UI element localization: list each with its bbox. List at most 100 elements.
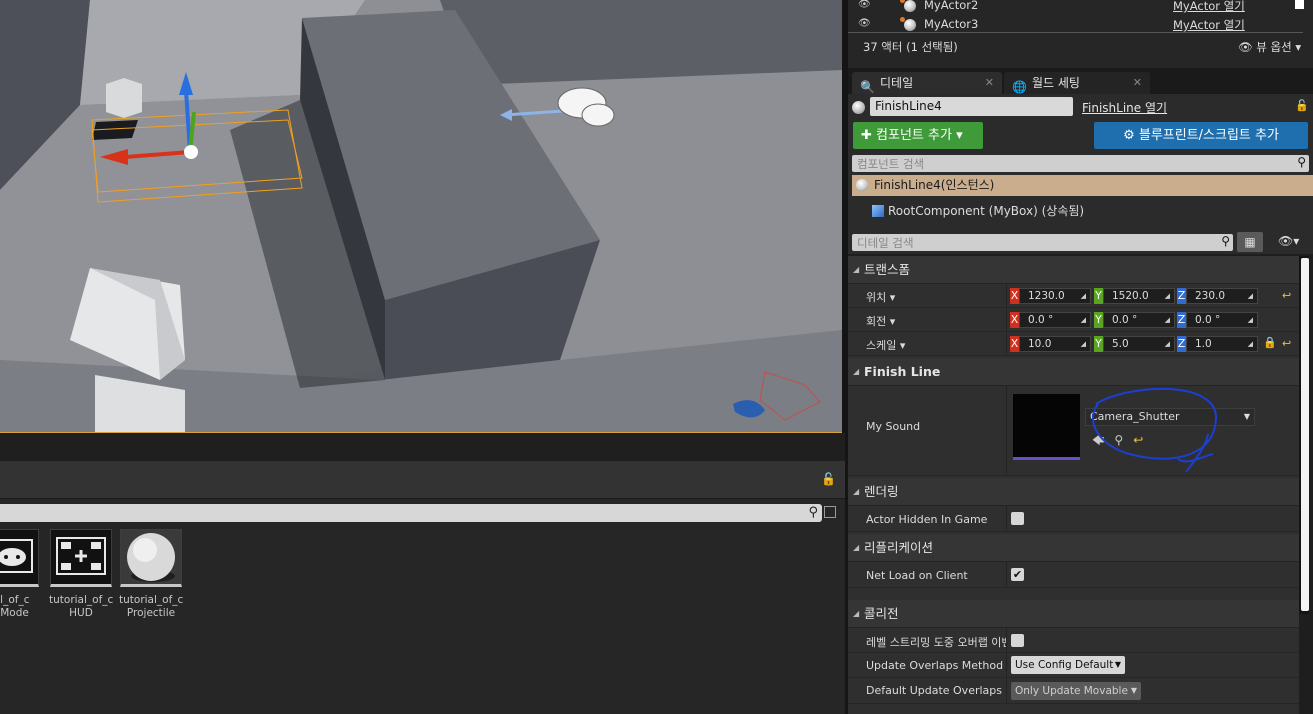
asset-tile-gamemode[interactable]: rial_of_c neMode	[0, 529, 40, 620]
rotation-y-field[interactable]: Y 0.0 °	[1094, 312, 1175, 328]
streaming-overlap-row: 레벨 스트리밍 도중 오버랩 이벤	[848, 628, 1299, 653]
location-label-text: 위치	[866, 291, 887, 304]
annotation-circle	[1092, 387, 1218, 473]
outliner-row[interactable]: 👁 MyActor2 MyActor 열기	[848, 0, 1304, 15]
asset-tile-projectile[interactable]: tutorial_of_c Projectile	[119, 529, 183, 620]
tab-details[interactable]: 🔍 디테일 ✕	[852, 72, 1002, 94]
update-overlaps-label: Update Overlaps Method Du	[866, 659, 1007, 672]
my-sound-label: My Sound	[866, 420, 921, 433]
scale-y-field[interactable]: Y 5.0	[1094, 336, 1175, 352]
actor-icon	[852, 101, 865, 114]
chevron-down-icon: ▼	[1243, 412, 1250, 421]
view-options-label: 뷰 옵션	[1256, 40, 1292, 54]
close-icon[interactable]: ✕	[1133, 72, 1142, 94]
add-component-label: 컴포넌트 추가	[876, 128, 952, 143]
location-x-field[interactable]: X 1230.0	[1010, 288, 1091, 304]
details-header: FinishLine4 FinishLine 열기 🔓 ✚ 컴포넌트 추가 ▾ …	[848, 94, 1313, 254]
asset-name-line2: neMode	[0, 607, 29, 619]
outliner-checkbox[interactable]	[1295, 0, 1304, 9]
column-divider	[1006, 506, 1007, 531]
view-options-button[interactable]: 👁 뷰 옵션 ▾	[1238, 39, 1301, 55]
category-finish-line[interactable]: Finish Line	[848, 358, 1299, 386]
lock-scale-icon[interactable]: 🔒	[1263, 336, 1277, 349]
location-z-field[interactable]: Z 230.0	[1177, 288, 1258, 304]
scale-z-field[interactable]: Z 1.0	[1177, 336, 1258, 352]
update-overlaps-value: Use Config Default	[1015, 659, 1114, 671]
component-instance-row[interactable]: FinishLine4(인스턴스)	[852, 175, 1313, 196]
add-blueprint-button[interactable]: ⚙ 블루프린트/스크립트 추가	[1094, 122, 1308, 149]
rotation-x-field[interactable]: X 0.0 °	[1010, 312, 1091, 328]
category-label: Finish Line	[864, 364, 941, 379]
content-browser: 🔓 ⚲ rial_of_c neMode tutorial_of_c HUD t…	[0, 433, 845, 714]
outliner-actor-name: MyActor3	[924, 17, 979, 31]
gamepad-icon	[0, 529, 39, 587]
default-update-row: Default Update Overlaps Me Only Update M…	[848, 678, 1299, 704]
update-overlaps-dropdown[interactable]: Use Config Default ▼	[1011, 656, 1125, 674]
lock-icon[interactable]: 🔓	[821, 472, 836, 486]
scale-label[interactable]: 스케일 ▾	[866, 337, 1007, 353]
viewport-scene[interactable]	[0, 0, 842, 433]
chevron-down-icon: ▼	[1130, 686, 1137, 695]
actor-hidden-label: Actor Hidden In Game	[866, 513, 988, 526]
actor-icon	[856, 179, 868, 191]
scale-x-value[interactable]: 10.0	[1019, 336, 1091, 352]
tab-label: 디테일	[880, 76, 914, 90]
eye-icon[interactable]: 👁	[858, 18, 872, 29]
rotation-z-field[interactable]: Z 0.0 °	[1177, 312, 1258, 328]
category-rendering[interactable]: 렌더링	[848, 478, 1299, 506]
streaming-overlap-checkbox[interactable]	[1011, 634, 1024, 647]
location-y-value[interactable]: 1520.0	[1103, 288, 1175, 304]
scale-z-value[interactable]: 1.0	[1186, 336, 1258, 352]
rotation-label[interactable]: 회전 ▾	[866, 313, 1007, 329]
search-icon: ⚲	[1297, 155, 1306, 169]
eye-icon[interactable]: 👁	[858, 0, 872, 10]
details-scrollbar[interactable]	[1299, 256, 1309, 614]
tab-world-settings[interactable]: 🌐 월드 세팅 ✕	[1004, 72, 1150, 94]
reset-icon[interactable]: ↩	[1282, 289, 1291, 302]
my-sound-row: My Sound Camera_Shutter ▼ 🡄⚲↩	[848, 386, 1299, 476]
rotation-y-value[interactable]: 0.0 °	[1103, 312, 1175, 328]
category-transform[interactable]: 트랜스폼	[848, 256, 1299, 284]
content-browser-strip	[0, 433, 845, 461]
category-replication[interactable]: 리플리케이션	[848, 534, 1299, 562]
rotation-label-text: 회전	[866, 315, 887, 328]
property-matrix-icon[interactable]: ▦	[1237, 232, 1263, 252]
location-y-field[interactable]: Y 1520.0	[1094, 288, 1175, 304]
outliner-actor-open-link[interactable]: MyActor 열기	[1173, 17, 1245, 33]
save-search-icon[interactable]	[824, 506, 836, 518]
net-load-checkbox[interactable]: ✔	[1011, 568, 1024, 581]
add-component-button[interactable]: ✚ 컴포넌트 추가 ▾	[853, 122, 983, 149]
reset-icon[interactable]: ↩	[1282, 337, 1291, 350]
location-row: 위치 ▾ X1230.0 Y1520.0 Z230.0 ↩	[848, 284, 1299, 308]
lock-icon[interactable]: 🔓	[1295, 99, 1309, 112]
scale-y-value[interactable]: 5.0	[1103, 336, 1175, 352]
asset-tile-hud[interactable]: tutorial_of_c HUD	[49, 529, 113, 620]
category-collision[interactable]: 콜리전	[848, 600, 1299, 628]
column-divider	[1006, 284, 1007, 307]
rotation-z-value[interactable]: 0.0 °	[1186, 312, 1258, 328]
category-label: 트랜스폼	[864, 262, 911, 277]
content-browser-toolbar: 🔓	[0, 461, 845, 499]
location-x-value[interactable]: 1230.0	[1019, 288, 1091, 304]
eye-options-icon[interactable]: 👁▾	[1278, 234, 1299, 248]
category-label: 콜리전	[864, 606, 899, 621]
root-component-row[interactable]: RootComponent (MyBox) (상속됨)	[872, 202, 1084, 219]
level-viewport[interactable]	[0, 0, 842, 433]
scale-x-field[interactable]: X 10.0	[1010, 336, 1091, 352]
location-label[interactable]: 위치 ▾	[866, 289, 1007, 305]
default-update-dropdown[interactable]: Only Update Movable ▼	[1011, 682, 1141, 700]
actor-hidden-checkbox[interactable]	[1011, 512, 1024, 525]
column-divider	[1006, 678, 1007, 703]
open-blueprint-link[interactable]: FinishLine 열기	[1082, 99, 1167, 116]
rotation-x-value[interactable]: 0.0 °	[1019, 312, 1091, 328]
scale-label-text: 스케일	[866, 339, 897, 352]
actor-name-field[interactable]: FinishLine4	[870, 97, 1073, 116]
asset-search-input[interactable]: ⚲	[0, 504, 822, 522]
close-icon[interactable]: ✕	[985, 72, 994, 94]
outliner-actor-open-link[interactable]: MyActor 열기	[1173, 0, 1245, 14]
search-icon: ⚲	[1221, 234, 1230, 248]
component-search-input[interactable]: 컴포넌트 검색 ⚲	[852, 155, 1309, 172]
location-z-value[interactable]: 230.0	[1186, 288, 1258, 304]
scrollbar-thumb[interactable]	[1301, 258, 1309, 611]
detail-search-input[interactable]: 디테일 검색 ⚲	[852, 234, 1233, 251]
